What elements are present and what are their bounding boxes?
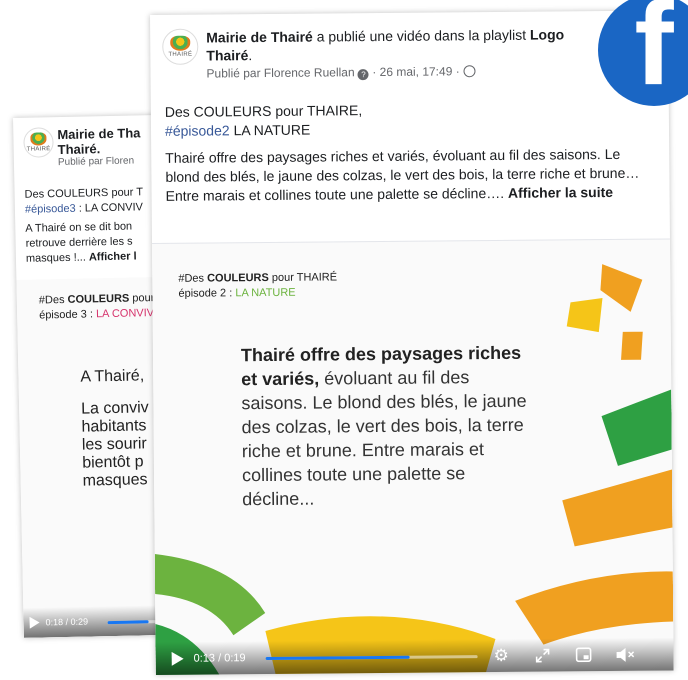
play-icon[interactable] [29, 616, 40, 629]
page-avatar[interactable]: THAIRÉ [162, 28, 199, 65]
post-body-3: masques !... [25, 251, 86, 265]
orange-shape [600, 264, 643, 312]
post-date[interactable]: 26 mai, 17:49 [380, 64, 453, 79]
video-episode-name: LA CONVIV [95, 307, 155, 321]
video-time: 0:18 / 0:29 [45, 616, 89, 628]
progress-fill [265, 655, 410, 661]
published-text: a publié une vidéo dans la playlist [312, 26, 531, 45]
progress-bar[interactable] [265, 655, 478, 661]
post-text: Des COULEURS pour T #épisode3 : LA CONVI… [24, 185, 144, 266]
orange-small-shape [621, 331, 643, 360]
globe-icon [462, 65, 476, 78]
page-name-line2[interactable]: Thairé. [58, 140, 141, 157]
post-line-2: LA NATURE [229, 121, 311, 139]
video-controls: 0:13 / 0:19 ⚙ [155, 637, 674, 675]
video-text-line-4: les sourir [81, 435, 147, 454]
video-text: Thairé offre des paysages riches et vari… [241, 341, 532, 512]
page-name[interactable]: Mairie de Thairé [206, 29, 313, 46]
video-title-post: pour [129, 292, 155, 305]
orange-right-arc-shape [515, 571, 674, 645]
video-text-line-2: La conviv [80, 399, 149, 418]
video-title-bold: COULEURS [206, 271, 269, 285]
hashtag-link[interactable]: #épisode3 [25, 203, 76, 216]
green-arc-shape [154, 553, 266, 636]
see-more-link[interactable]: Afficher la suite [508, 184, 613, 201]
video-episode: épisode 2 : [178, 287, 236, 300]
video-episode: épisode 3 : [39, 308, 97, 322]
video-time: 0:13 / 0:19 [193, 652, 246, 665]
page-avatar[interactable]: THAIRÉ [23, 127, 54, 158]
video-title-bold: COULEURS [67, 292, 130, 306]
see-more-link[interactable]: Afficher l [89, 250, 137, 263]
picture-in-picture-icon[interactable] [575, 647, 592, 663]
logo-word: THAIRÉ [26, 146, 51, 153]
help-icon[interactable]: ? [357, 69, 370, 81]
page-name[interactable]: Mairie de Tha [57, 125, 140, 142]
crest-icon [169, 35, 191, 51]
published-by: Publié par Florence Ruellan [206, 65, 355, 81]
video-episode-name: LA NATURE [235, 286, 296, 300]
post-text: Des COULEURS pour THAIRE, #épisode2 LA N… [165, 99, 658, 206]
back-post-card: THAIRÉ Mairie de Tha Thairé. Publié par … [13, 114, 174, 638]
published-by: Publié par Floren [57, 155, 135, 169]
orange-arc-shape [562, 469, 673, 547]
green-shape [601, 389, 672, 466]
video-text-line-3: habitants [81, 417, 147, 436]
video-text: A Thairé, La conviv habitants les sourir… [80, 367, 150, 490]
video-controls: 0:18 / 0:29 [23, 604, 174, 638]
post-line-2: : LA CONVIV [75, 201, 144, 215]
settings-gear-icon[interactable]: ⚙ [494, 646, 509, 666]
logo-word: THAIRÉ [168, 51, 193, 58]
crest-icon [29, 132, 47, 146]
front-post-card: THAIRÉ Mairie de Thairé a publié une vid… [150, 10, 674, 675]
mute-icon[interactable] [616, 647, 636, 663]
hashtag-link[interactable]: #épisode2 [165, 122, 230, 139]
fullscreen-icon[interactable] [535, 648, 550, 663]
yellow-shape [566, 298, 603, 333]
video-text-line-6: masques [82, 471, 148, 490]
play-icon[interactable] [171, 651, 184, 666]
playlist-name[interactable]: Logo [530, 26, 564, 42]
video-title-pre: #Des [178, 272, 208, 285]
video-player[interactable]: #Des COULEURS pour THAIRÉ épisode 2 : LA… [151, 238, 674, 675]
playlist-name-line2[interactable]: Thairé [206, 47, 248, 63]
progress-fill [107, 620, 149, 625]
video-player[interactable]: #Des COULEURS pour épisode 3 : LA CONVIV… [16, 276, 174, 638]
video-text-line-5: bientôt p [82, 453, 144, 472]
video-text-line-1: A Thairé, [80, 367, 145, 386]
video-title-pre: #Des [38, 293, 68, 307]
video-title-post: pour THAIRÉ [268, 271, 338, 284]
